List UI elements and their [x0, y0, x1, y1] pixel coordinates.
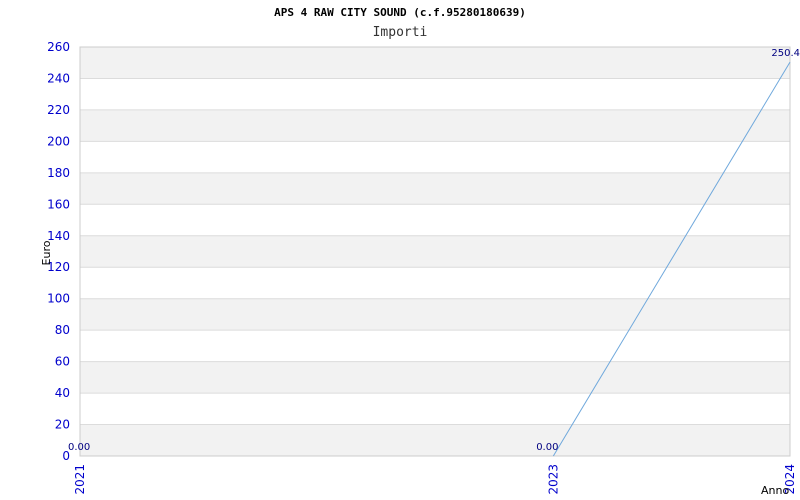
- band-8: [80, 172, 790, 205]
- y-tick-label: 200: [47, 134, 70, 148]
- y-tick-label: 80: [55, 323, 70, 337]
- x-tick-label: 2023: [546, 464, 560, 495]
- background-bands: [80, 47, 790, 456]
- y-tick-label: 180: [47, 166, 70, 180]
- y-tick-label: 20: [55, 418, 70, 432]
- band-10: [80, 109, 790, 142]
- band-12: [80, 47, 790, 79]
- line-chart: 020406080100120140160180200220240260 202…: [40, 40, 800, 497]
- data-label: 0.00: [68, 442, 90, 453]
- band-2: [80, 361, 790, 394]
- band-6: [80, 235, 790, 268]
- x-tick-label: 2021: [73, 464, 87, 495]
- y-tick-label: 60: [55, 355, 70, 369]
- data-label: 250.4: [771, 48, 800, 59]
- y-axis-label: Euro: [40, 240, 53, 265]
- y-tick-label: 260: [47, 40, 70, 54]
- band-0: [80, 424, 790, 456]
- x-axis-label: Anno: [761, 484, 789, 497]
- y-tick-label: 100: [47, 292, 70, 306]
- x-axis-ticks: 2021 2023 2024: [73, 464, 797, 495]
- y-tick-label: 240: [47, 71, 70, 85]
- y-tick-label: 160: [47, 197, 70, 211]
- y-tick-label: 220: [47, 103, 70, 117]
- band-4: [80, 298, 790, 331]
- data-label: 0.00: [536, 442, 558, 453]
- y-tick-label: 40: [55, 386, 70, 400]
